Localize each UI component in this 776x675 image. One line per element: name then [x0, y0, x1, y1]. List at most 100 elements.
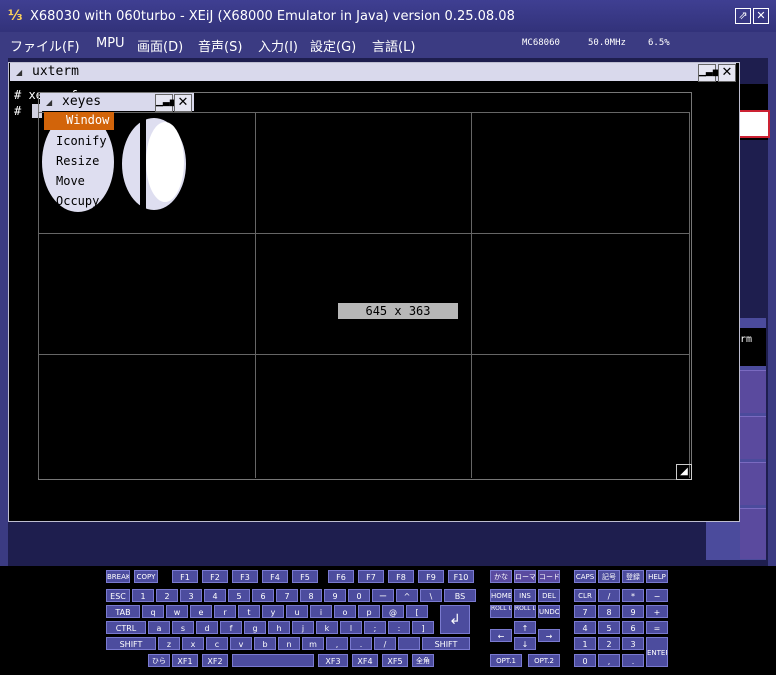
- key-del[interactable]: DEL: [538, 589, 560, 602]
- key-right-arrow[interactable]: →: [538, 629, 560, 642]
- key-tab[interactable]: TAB: [106, 605, 140, 618]
- key-i[interactable]: i: [310, 605, 332, 618]
- key-0[interactable]: 0: [348, 589, 370, 602]
- key-kana[interactable]: かな: [490, 570, 512, 583]
- key-4[interactable]: 4: [204, 589, 226, 602]
- key-n[interactable]: n: [278, 637, 300, 650]
- key-left-bracket[interactable]: [: [406, 605, 428, 618]
- key-h[interactable]: h: [268, 621, 290, 634]
- key-c[interactable]: c: [206, 637, 228, 650]
- key-numpad-7[interactable]: 7: [574, 605, 596, 618]
- key-space[interactable]: [232, 654, 314, 667]
- key-numpad-8[interactable]: 8: [598, 605, 620, 618]
- key-ins[interactable]: INS: [514, 589, 536, 602]
- key-numpad-0[interactable]: 0: [574, 654, 596, 667]
- key-numpad-1[interactable]: 1: [574, 637, 596, 650]
- key-comma[interactable]: ,: [326, 637, 348, 650]
- key-copy[interactable]: COPY: [134, 570, 158, 583]
- key-f7[interactable]: F7: [358, 570, 384, 583]
- window-menu-icon[interactable]: ◢: [16, 68, 22, 77]
- key-clr[interactable]: CLR: [574, 589, 596, 602]
- key-roll-up[interactable]: ROLL UP: [490, 605, 512, 618]
- menu-file[interactable]: ファイル(F): [10, 36, 80, 55]
- key-xf3[interactable]: XF3: [318, 654, 348, 667]
- resize-handle-icon[interactable]: ◢: [676, 464, 692, 480]
- side-term[interactable]: rm: [738, 328, 766, 366]
- key-e[interactable]: e: [190, 605, 212, 618]
- key-f6[interactable]: F6: [328, 570, 354, 583]
- key-zenkaku[interactable]: 全角: [412, 654, 434, 667]
- key-7[interactable]: 7: [276, 589, 298, 602]
- key-f2[interactable]: F2: [202, 570, 228, 583]
- key-plus[interactable]: +: [646, 605, 668, 618]
- key-a[interactable]: a: [148, 621, 170, 634]
- key-m[interactable]: m: [302, 637, 324, 650]
- key-colon[interactable]: :: [388, 621, 410, 634]
- key-numpad-equals[interactable]: =: [646, 621, 668, 634]
- key-minus[interactable]: ー: [372, 589, 394, 602]
- key-numpad-5[interactable]: 5: [598, 621, 620, 634]
- key-up-arrow[interactable]: ↑: [514, 621, 536, 634]
- menu-sound[interactable]: 音声(S): [198, 36, 242, 55]
- key-q[interactable]: q: [142, 605, 164, 618]
- key-undo[interactable]: UNDO: [538, 605, 560, 618]
- close-icon[interactable]: ✕: [753, 8, 769, 24]
- key-3[interactable]: 3: [180, 589, 202, 602]
- menu-item-occupy[interactable]: Occupy: [56, 194, 99, 208]
- close-icon[interactable]: ✕: [718, 64, 736, 82]
- key-semicolon[interactable]: ;: [364, 621, 386, 634]
- key-x[interactable]: x: [182, 637, 204, 650]
- key-g[interactable]: g: [244, 621, 266, 634]
- key-b[interactable]: b: [254, 637, 276, 650]
- menu-item-iconify[interactable]: Iconify: [56, 134, 107, 148]
- title-bar[interactable]: ⅓ X68030 with 060turbo - XEiJ (X68000 Em…: [0, 0, 776, 32]
- key-f5[interactable]: F5: [292, 570, 318, 583]
- key-numpad-3[interactable]: 3: [622, 637, 644, 650]
- key-xf1[interactable]: XF1: [172, 654, 198, 667]
- menu-item-move[interactable]: Move: [56, 174, 85, 188]
- key-at[interactable]: @: [382, 605, 404, 618]
- menu-input[interactable]: 入力(I): [258, 36, 298, 55]
- key-5[interactable]: 5: [228, 589, 250, 602]
- key-touroku[interactable]: 登録: [622, 570, 644, 583]
- key-break[interactable]: BREAK: [106, 570, 130, 583]
- menu-mpu[interactable]: MPU: [96, 36, 125, 51]
- restore-icon[interactable]: ⇗: [735, 8, 751, 24]
- key-numpad-2[interactable]: 2: [598, 637, 620, 650]
- key-k[interactable]: k: [316, 621, 338, 634]
- key-j[interactable]: j: [292, 621, 314, 634]
- window-menu-icon[interactable]: ◢: [46, 98, 52, 107]
- key-help[interactable]: HELP: [646, 570, 668, 583]
- key-d[interactable]: d: [196, 621, 218, 634]
- side-tile[interactable]: [740, 416, 766, 459]
- key-numpad-period[interactable]: .: [622, 654, 644, 667]
- key-numpad-minus[interactable]: −: [646, 589, 668, 602]
- side-tile[interactable]: [740, 462, 766, 505]
- key-xf2[interactable]: XF2: [202, 654, 228, 667]
- close-icon[interactable]: ✕: [174, 94, 192, 112]
- key-xf5[interactable]: XF5: [382, 654, 408, 667]
- key-ctrl[interactable]: CTRL: [106, 621, 146, 634]
- key-underscore[interactable]: [398, 637, 420, 650]
- key-period[interactable]: .: [350, 637, 372, 650]
- key-u[interactable]: u: [286, 605, 308, 618]
- key-f10[interactable]: F10: [448, 570, 474, 583]
- key-shift-left[interactable]: SHIFT: [106, 637, 156, 650]
- key-esc[interactable]: ESC: [106, 589, 130, 602]
- key-numpad-6[interactable]: 6: [622, 621, 644, 634]
- key-yen[interactable]: \: [420, 589, 442, 602]
- key-roll-down[interactable]: ROLL DOWN: [514, 605, 536, 618]
- key-numpad-9[interactable]: 9: [622, 605, 644, 618]
- key-s[interactable]: s: [172, 621, 194, 634]
- maximize-icon[interactable]: ▁▃▅: [698, 64, 720, 82]
- key-opt2[interactable]: OPT.2: [528, 654, 560, 667]
- key-numpad-comma[interactable]: ,: [598, 654, 620, 667]
- key-z[interactable]: z: [158, 637, 180, 650]
- key-slash-main[interactable]: /: [374, 637, 396, 650]
- key-r[interactable]: r: [214, 605, 236, 618]
- key-f8[interactable]: F8: [388, 570, 414, 583]
- key-1[interactable]: 1: [132, 589, 154, 602]
- side-tile[interactable]: [740, 370, 766, 413]
- key-t[interactable]: t: [238, 605, 260, 618]
- key-return[interactable]: ↲: [440, 605, 470, 634]
